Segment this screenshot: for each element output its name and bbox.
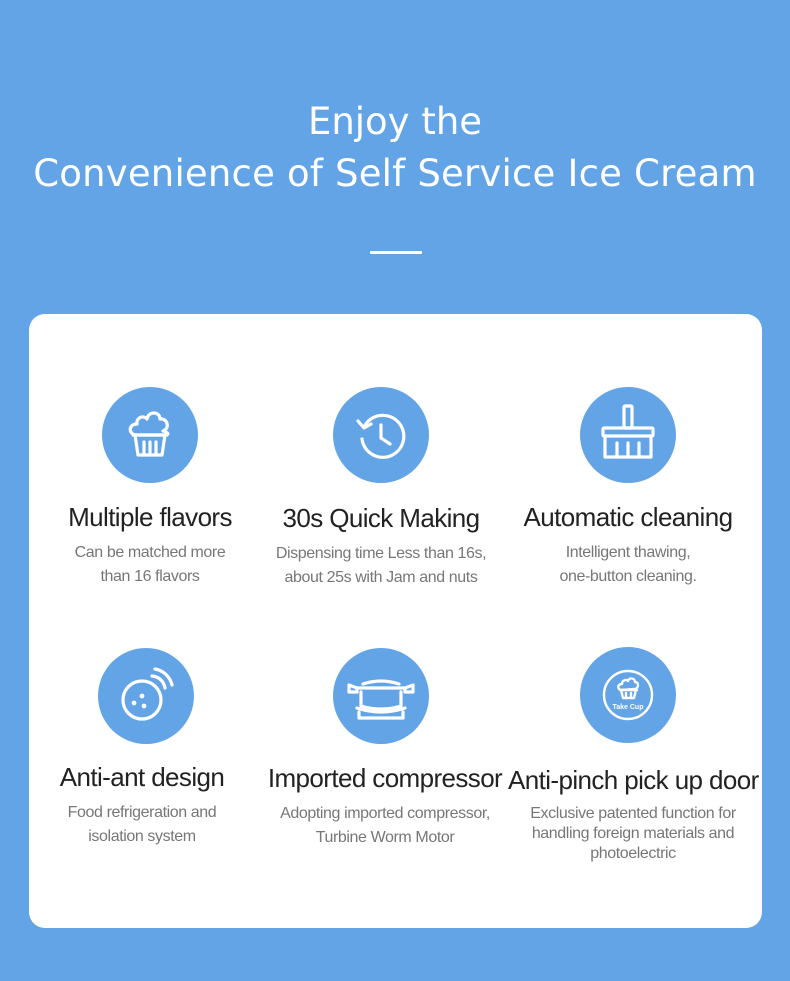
feature-title: Multiple flavors (68, 502, 232, 532)
feature-title: 30s Quick Making (282, 503, 480, 533)
take-cup-icon: Take Cup (580, 647, 676, 743)
features-card: Multiple flavors Can be matched more tha… (29, 314, 762, 928)
compressor-icon (333, 648, 429, 744)
feature-description: Intelligent thawing, one-button cleaning… (559, 544, 697, 585)
feature-description: Can be matched more than 16 flavors (74, 544, 226, 585)
feature-title: Imported compressor (267, 763, 503, 793)
broom-icon (580, 387, 676, 483)
feature-title: Anti-pinch pick up door (508, 765, 759, 795)
feature-description: Food refrigeration and isolation system (67, 804, 217, 845)
title-divider (370, 251, 422, 254)
feature-title: Automatic cleaning (523, 502, 733, 532)
page-title-line2: Convenience of Self Service Ice Cream (33, 152, 757, 195)
anti-ant-icon (98, 648, 194, 744)
take-cup-label: Take Cup (612, 704, 644, 711)
feature-description: Dispensing time Less than 16s, about 25s… (275, 545, 487, 586)
feature-title: Anti-ant design (59, 762, 225, 792)
feature-description: Adopting imported compressor, Turbine Wo… (280, 805, 490, 846)
clock-icon (333, 387, 429, 483)
feature-description: Exclusive patented function for handling… (530, 805, 736, 862)
ice-cream-icon (102, 387, 198, 483)
page-title-line1: Enjoy the (307, 100, 483, 143)
